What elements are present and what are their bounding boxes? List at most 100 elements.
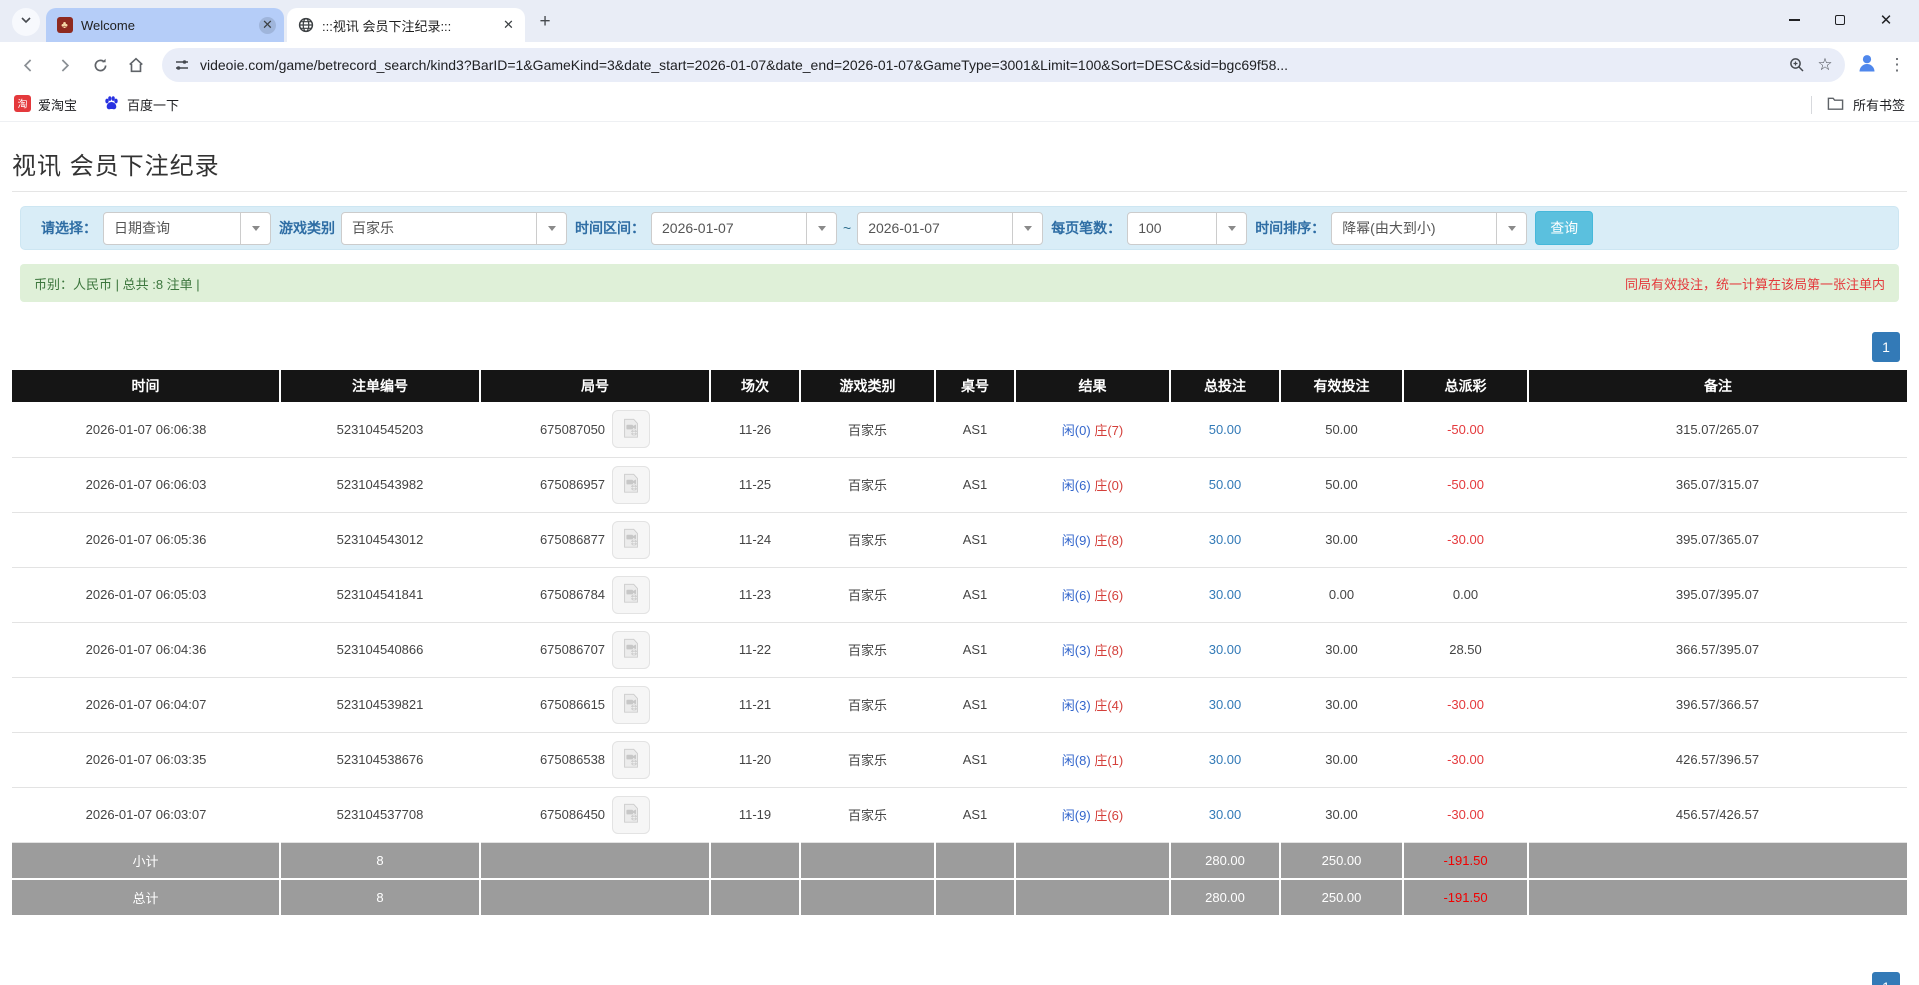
table-row: 2026-01-07 06:05:36523104543012675086877… — [12, 512, 1907, 567]
page-content: 视讯 会员下注纪录 请选择： 日期查询 游戏类别 百家乐 时间区间： 2026-… — [0, 146, 1919, 917]
total-bet-link[interactable]: 30.00 — [1209, 587, 1242, 602]
game-kind-select[interactable]: 百家乐 — [341, 212, 567, 245]
back-button[interactable] — [12, 49, 44, 81]
bookmark-aitaobao[interactable]: 淘 爱淘宝 — [14, 95, 77, 115]
video-icon — [620, 582, 642, 607]
video-replay-button[interactable] — [612, 796, 650, 834]
home-button[interactable] — [120, 49, 152, 81]
table-header-row: 时间注单编号局号场次游戏类别桌号结果总投注有效投注总派彩备注 — [12, 370, 1907, 402]
filter-panel: 请选择： 日期查询 游戏类别 百家乐 时间区间： 2026-01-07 ~ 20… — [20, 206, 1899, 250]
date-start-input[interactable]: 2026-01-07 — [651, 212, 837, 245]
bookmark-star-icon[interactable]: ☆ — [1811, 51, 1839, 79]
summary-cell: -191.50 — [1403, 842, 1528, 879]
cell-payout: -30.00 — [1403, 787, 1528, 842]
reload-button[interactable] — [84, 49, 116, 81]
chevron-down-icon[interactable] — [1012, 213, 1042, 244]
chevron-down-icon[interactable] — [806, 213, 836, 244]
site-info-icon[interactable] — [174, 57, 190, 73]
result-player: 闲(8) — [1062, 753, 1091, 768]
bookmark-label: 百度一下 — [127, 95, 179, 114]
video-replay-button[interactable] — [612, 741, 650, 779]
all-bookmarks-label[interactable]: 所有书签 — [1853, 95, 1905, 114]
cell-total-bet: 50.00 — [1170, 457, 1280, 512]
video-replay-button[interactable] — [612, 686, 650, 724]
per-page-label: 每页笔数： — [1051, 218, 1121, 238]
video-icon — [620, 802, 642, 827]
header-cell: 注单编号 — [280, 370, 480, 402]
result-banker: 庄(4) — [1094, 698, 1123, 713]
cell-table: AS1 — [935, 622, 1015, 677]
video-replay-button[interactable] — [612, 521, 650, 559]
total-bet-link[interactable]: 30.00 — [1209, 752, 1242, 767]
per-page-input[interactable]: 100 — [1127, 212, 1247, 245]
summary-cell — [800, 879, 935, 916]
tab-welcome[interactable]: ♣ Welcome ✕ — [46, 8, 284, 42]
cell-valid-bet: 50.00 — [1280, 457, 1403, 512]
range-tilde: ~ — [843, 220, 851, 236]
result-player: 闲(9) — [1062, 533, 1091, 548]
close-window-button[interactable]: ✕ — [1863, 0, 1909, 40]
cell-round-id: 675086784 — [480, 567, 710, 622]
tab-betrecord[interactable]: :::视讯 会员下注纪录::: ✕ — [287, 8, 525, 42]
cell-note: 365.07/315.07 — [1528, 457, 1907, 512]
maximize-button[interactable] — [1817, 0, 1863, 40]
total-bet-link[interactable]: 50.00 — [1209, 422, 1242, 437]
query-type-select[interactable]: 日期查询 — [103, 212, 271, 245]
browser-menu-icon[interactable]: ⋮ — [1885, 55, 1909, 75]
total-bet-link[interactable]: 30.00 — [1209, 807, 1242, 822]
cell-note: 456.57/426.57 — [1528, 787, 1907, 842]
total-bet-link[interactable]: 30.00 — [1209, 532, 1242, 547]
tab-title: :::视讯 会员下注纪录::: — [322, 16, 492, 35]
search-button[interactable]: 查询 — [1535, 211, 1593, 245]
browser-chrome: ♣ Welcome ✕ :::视讯 会员下注纪录::: ✕ + ✕ — [0, 0, 1919, 122]
url-text[interactable]: videoie.com/game/betrecord_search/kind3?… — [200, 57, 1783, 73]
page-1-button[interactable]: 1 — [1872, 332, 1900, 362]
total-bet-link[interactable]: 30.00 — [1209, 697, 1242, 712]
cell-note: 426.57/396.57 — [1528, 732, 1907, 787]
bookmark-baidu[interactable]: 百度一下 — [103, 95, 179, 115]
table-row: 2026-01-07 06:06:38523104545203675087050… — [12, 402, 1907, 457]
cell-total-bet: 30.00 — [1170, 677, 1280, 732]
cell-session: 11-24 — [710, 512, 800, 567]
cell-time: 2026-01-07 06:03:07 — [12, 787, 280, 842]
video-replay-button[interactable] — [612, 631, 650, 669]
tab-search-button[interactable] — [12, 8, 40, 36]
cell-note: 315.07/265.07 — [1528, 402, 1907, 457]
chevron-down-icon[interactable] — [536, 213, 566, 244]
video-replay-button[interactable] — [612, 576, 650, 614]
cell-payout: 0.00 — [1403, 567, 1528, 622]
video-replay-button[interactable] — [612, 410, 650, 448]
video-icon — [620, 527, 642, 552]
new-tab-button[interactable]: + — [531, 8, 559, 36]
total-bet-link[interactable]: 50.00 — [1209, 477, 1242, 492]
cell-bet-id: 523104543982 — [280, 457, 480, 512]
chevron-down-icon[interactable] — [1216, 213, 1246, 244]
result-player: 闲(3) — [1062, 698, 1091, 713]
cell-payout: -50.00 — [1403, 457, 1528, 512]
page-1-button[interactable]: 1 — [1872, 972, 1900, 985]
close-tab-icon[interactable]: ✕ — [259, 17, 276, 34]
time-sort-select[interactable]: 降幂(由大到小) — [1331, 212, 1527, 245]
summary-label: 小计 — [12, 842, 280, 879]
select-type-label: 请选择： — [41, 218, 97, 238]
forward-button[interactable] — [48, 49, 80, 81]
cell-session: 11-21 — [710, 677, 800, 732]
profile-avatar[interactable] — [1855, 51, 1879, 80]
zoom-icon[interactable] — [1783, 51, 1811, 79]
close-tab-icon[interactable]: ✕ — [500, 17, 517, 34]
result-banker: 庄(1) — [1094, 753, 1123, 768]
minimize-button[interactable] — [1771, 0, 1817, 40]
url-bar[interactable]: videoie.com/game/betrecord_search/kind3?… — [162, 48, 1845, 82]
header-cell: 总派彩 — [1403, 370, 1528, 402]
round-number: 675086538 — [540, 752, 605, 767]
cell-round-id: 675086707 — [480, 622, 710, 677]
video-replay-button[interactable] — [612, 466, 650, 504]
result-player: 闲(9) — [1062, 808, 1091, 823]
total-bet-link[interactable]: 30.00 — [1209, 642, 1242, 657]
cell-note: 396.57/366.57 — [1528, 677, 1907, 732]
date-end-input[interactable]: 2026-01-07 — [857, 212, 1043, 245]
chevron-down-icon[interactable] — [1496, 213, 1526, 244]
table-row: 2026-01-07 06:04:07523104539821675086615… — [12, 677, 1907, 732]
summary-cell — [710, 842, 800, 879]
chevron-down-icon[interactable] — [240, 213, 270, 244]
